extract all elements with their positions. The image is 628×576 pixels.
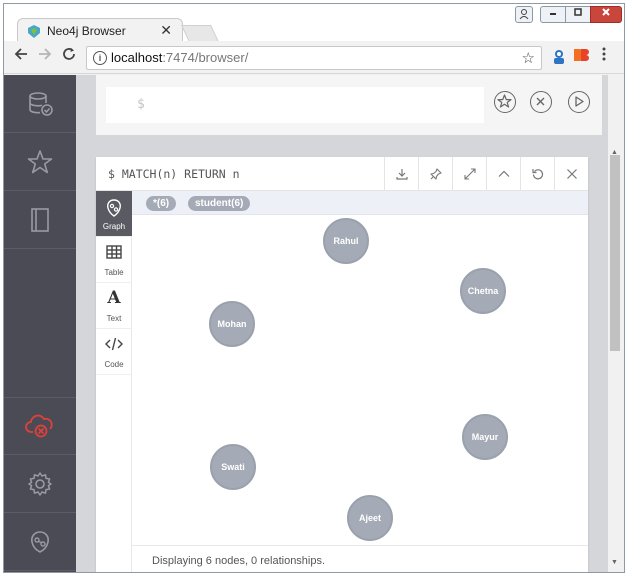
close-icon xyxy=(566,168,577,179)
sidebar-item-database[interactable] xyxy=(4,75,76,133)
tab-graph[interactable]: Graph xyxy=(96,191,132,237)
sidebar xyxy=(4,75,76,572)
run-query-button[interactable] xyxy=(568,91,590,113)
refresh-icon xyxy=(531,168,543,179)
tab-strip: Neo4j Browser ✕ xyxy=(4,4,624,44)
tab-text-label: Text xyxy=(106,314,122,323)
rerun-button[interactable] xyxy=(520,157,554,190)
code-view-icon xyxy=(96,337,132,355)
clear-query-button[interactable] xyxy=(530,91,552,113)
back-arrow-icon[interactable] xyxy=(14,47,28,66)
sidebar-item-documents[interactable] xyxy=(4,191,76,249)
tab-code-label: Code xyxy=(104,360,124,369)
download-button[interactable] xyxy=(384,157,418,190)
graph-canvas[interactable]: Rahul Chetna Mohan Mayur Swati Ajeet xyxy=(132,215,588,545)
frame-actions xyxy=(384,157,588,190)
star-icon xyxy=(497,94,512,108)
view-tabs: Graph Table A Text Code xyxy=(96,191,132,572)
graph-legend: *(6) student(6) xyxy=(132,191,588,215)
play-icon xyxy=(575,96,584,107)
new-tab-button[interactable] xyxy=(181,25,219,42)
tab-code[interactable]: Code xyxy=(96,329,132,375)
window-close-button[interactable] xyxy=(590,6,622,23)
legend-all-nodes[interactable]: *(6) xyxy=(146,196,177,211)
download-icon xyxy=(395,168,408,180)
pin-button[interactable] xyxy=(418,157,452,190)
browser-menu-icon[interactable] xyxy=(602,47,606,61)
close-frame-button[interactable] xyxy=(554,157,588,190)
browser-toolbar: i localhost:7474/browser/ ☆ xyxy=(4,41,624,74)
graph-node[interactable]: Ajeet xyxy=(347,495,393,541)
table-view-icon xyxy=(96,245,132,263)
tab-title: Neo4j Browser xyxy=(47,24,126,38)
frame-footer: Displaying 6 nodes, 0 relationships. xyxy=(132,545,588,572)
tab-text[interactable]: A Text xyxy=(96,283,132,329)
chevron-up-icon xyxy=(498,170,509,177)
graph-node[interactable]: Chetna xyxy=(460,268,506,314)
sidebar-item-connection[interactable] xyxy=(4,397,76,455)
forward-arrow-icon[interactable] xyxy=(38,47,52,66)
graph-node[interactable]: Mohan xyxy=(209,301,255,347)
text-view-icon: A xyxy=(107,288,121,308)
graph-node[interactable]: Rahul xyxy=(323,218,369,264)
minimize-button[interactable] xyxy=(540,6,566,23)
pin-icon xyxy=(429,167,442,180)
d3-extension-icon[interactable] xyxy=(573,48,589,65)
close-icon xyxy=(536,97,545,106)
graph-node[interactable]: Swati xyxy=(210,444,256,490)
neo4j-favicon-icon xyxy=(28,25,40,38)
graph-view-icon xyxy=(96,199,132,221)
tab-table-label: Table xyxy=(104,268,124,277)
tab-graph-label: Graph xyxy=(102,222,126,231)
url-text[interactable]: localhost:7474/browser/ xyxy=(111,50,248,65)
scroll-down-icon[interactable]: ▼ xyxy=(611,559,618,566)
browser-window: Neo4j Browser ✕ i localhost:7474/browser… xyxy=(3,3,625,573)
bookmark-star-icon[interactable]: ☆ xyxy=(522,49,535,67)
site-info-icon[interactable]: i xyxy=(93,51,107,65)
page-scrollbar[interactable]: ▲ ▼ xyxy=(608,75,622,572)
editor-prompt: $ xyxy=(137,97,145,112)
status-text: Displaying 6 nodes, 0 relationships. xyxy=(152,555,326,567)
legend-student-label[interactable]: student(6) xyxy=(188,196,251,211)
frame-query-text[interactable]: $ MATCH(n) RETURN n xyxy=(108,167,240,181)
sidebar-item-about[interactable] xyxy=(4,513,76,571)
maximize-button[interactable] xyxy=(565,6,591,23)
extension-icon[interactable] xyxy=(551,49,567,65)
frame-header: $ MATCH(n) RETURN n xyxy=(96,157,588,191)
neo4j-logo-icon xyxy=(31,530,49,553)
result-frame: $ MATCH(n) RETURN n Graph Table A Text C… xyxy=(96,157,588,572)
scroll-thumb[interactable] xyxy=(610,155,620,351)
favorite-query-button[interactable] xyxy=(494,91,516,113)
query-editor-card: $ xyxy=(96,75,602,135)
database-icon xyxy=(29,91,53,116)
expand-icon xyxy=(463,167,476,180)
collapse-button[interactable] xyxy=(486,157,520,190)
tab-close-icon[interactable]: ✕ xyxy=(160,22,172,39)
fullscreen-button[interactable] xyxy=(452,157,486,190)
sidebar-item-favorites[interactable] xyxy=(4,133,76,191)
query-editor-input[interactable]: $ xyxy=(106,87,484,123)
star-icon xyxy=(27,149,53,173)
cloud-disconnected-icon xyxy=(25,414,53,438)
sidebar-item-settings[interactable] xyxy=(4,455,76,513)
reload-icon[interactable] xyxy=(62,47,76,66)
user-profile-icon[interactable] xyxy=(515,6,533,23)
tab-table[interactable]: Table xyxy=(96,237,132,283)
graph-node[interactable]: Mayur xyxy=(462,414,508,460)
gear-icon xyxy=(28,471,52,496)
main-content: $ $ MATCH(n) RETURN n Graph Table A Text… xyxy=(76,75,608,572)
address-bar[interactable]: i localhost:7474/browser/ ☆ xyxy=(86,46,542,70)
book-icon xyxy=(31,207,49,232)
